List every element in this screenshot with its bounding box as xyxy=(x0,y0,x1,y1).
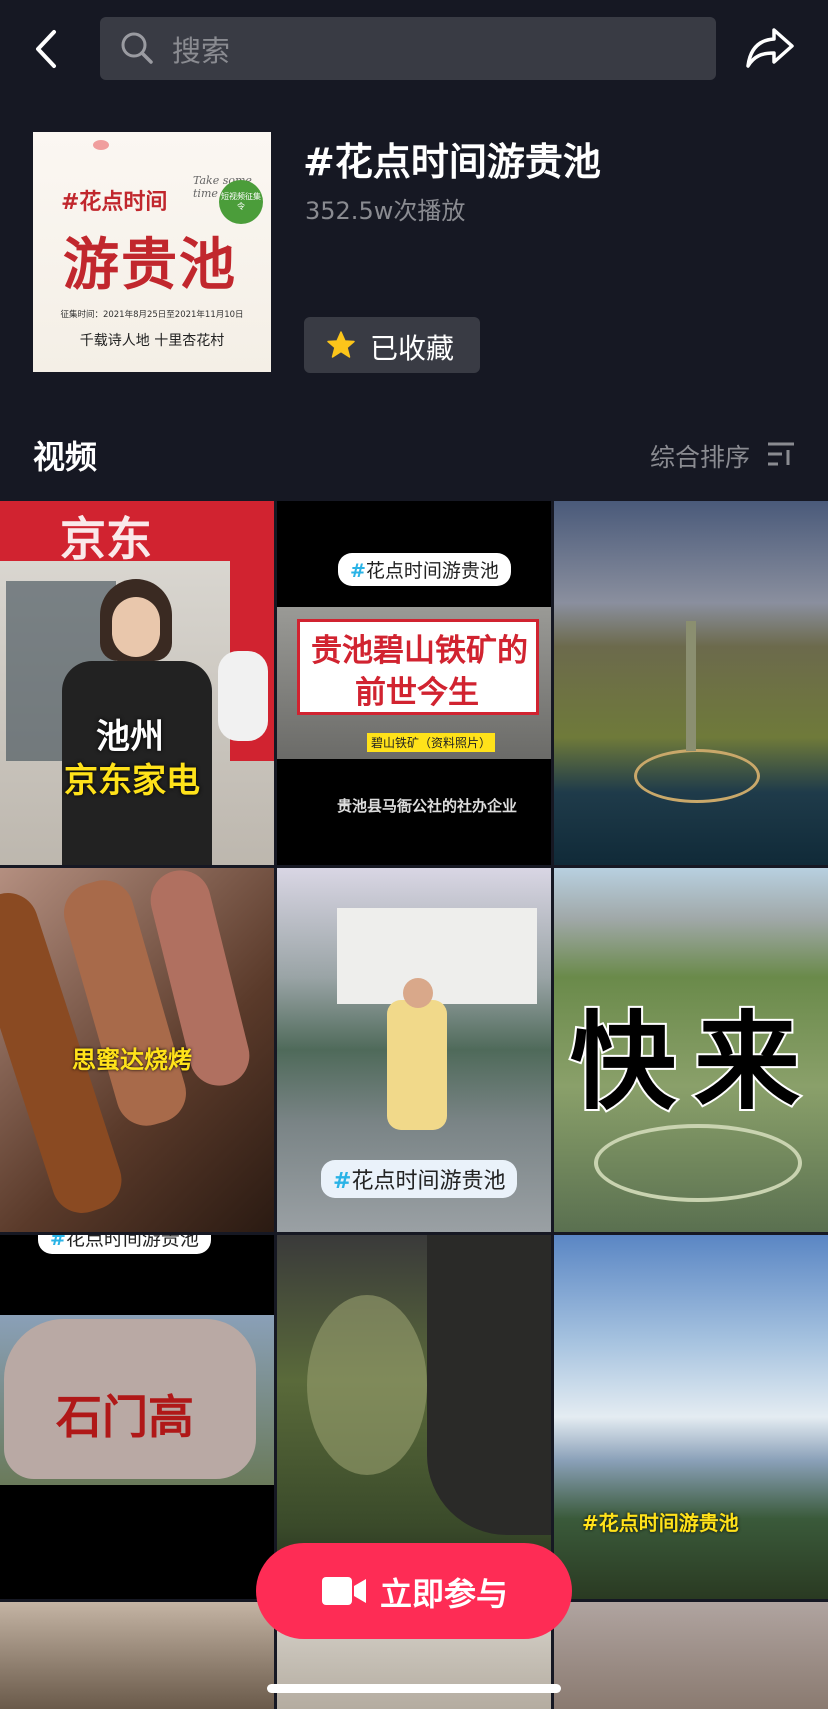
play-count: 352.5w次播放 xyxy=(305,197,466,225)
topic-tag: #花点时间游贵池 xyxy=(38,1235,211,1254)
video-tile-3[interactable] xyxy=(554,501,828,865)
video-subtitle: 贵池县马衙公社的社办企业 xyxy=(337,797,518,815)
photo-note: 碧山铁矿（资料照片） xyxy=(367,733,496,752)
cover-slogan: 千载诗人地 十里杏花村 xyxy=(79,333,225,349)
video-tile-4[interactable]: 思蜜达烧烤 xyxy=(0,868,274,1232)
back-icon[interactable] xyxy=(30,26,70,72)
sort-icon[interactable] xyxy=(766,441,796,467)
video-tile-2[interactable]: #花点时间游贵池 贵池碧山铁矿的 前世今生 碧山铁矿（资料照片） 贵池县马衙公社… xyxy=(277,501,551,865)
video-caption: #花点时间游贵池 xyxy=(582,1511,739,1535)
video-tile-9[interactable]: #花点时间游贵池 xyxy=(554,1235,828,1599)
video-tile-12[interactable] xyxy=(554,1602,828,1709)
camera-icon xyxy=(322,1575,366,1607)
home-indicator xyxy=(267,1684,561,1693)
video-caption: 京东家电 xyxy=(64,761,200,801)
topic-cover: #花点时间 Take some time 短视频征集令 游贵池 征集时间：202… xyxy=(33,132,271,372)
video-tile-6[interactable]: 快来 xyxy=(554,868,828,1232)
video-headline: 前世今生 xyxy=(355,675,479,711)
favorite-button[interactable]: 已收藏 xyxy=(304,317,480,373)
video-caption: 思蜜达烧烤 xyxy=(72,1046,192,1074)
cover-badge: 短视频征集令 xyxy=(219,180,263,224)
cover-line1: #花点时间 xyxy=(61,190,168,215)
video-tile-1[interactable]: 京东 池州 京东家电 xyxy=(0,501,274,865)
search-input[interactable]: 搜索 xyxy=(100,17,716,80)
sort-button[interactable]: 综合排序 xyxy=(650,438,750,474)
video-tile-5[interactable]: #花点时间游贵池 xyxy=(277,868,551,1232)
topic-tag: #花点时间游贵池 xyxy=(321,1160,518,1198)
search-icon xyxy=(120,31,154,65)
search-placeholder: 搜索 xyxy=(172,34,231,68)
section-title: 视频 xyxy=(33,438,98,476)
video-caption: 快来 xyxy=(568,999,818,1126)
store-sign: 京东 xyxy=(60,512,152,566)
participate-label: 立即参与 xyxy=(380,1575,509,1613)
cover-dates: 征集时间：2021年8月25日至2021年11月10日 xyxy=(60,310,244,320)
video-caption: 池州 xyxy=(96,717,164,757)
favorite-label: 已收藏 xyxy=(370,332,455,365)
video-tile-7[interactable]: #花点时间游贵池 石门高 xyxy=(0,1235,274,1599)
rock-inscription: 石门高 xyxy=(56,1390,194,1444)
topic-title: #花点时间游贵池 xyxy=(303,140,601,184)
cover-line2: 游贵池 xyxy=(63,232,237,298)
video-headline: 贵池碧山铁矿的 xyxy=(311,633,528,669)
video-tile-10[interactable] xyxy=(0,1602,274,1709)
topic-tag: #花点时间游贵池 xyxy=(338,553,511,586)
participate-button[interactable]: 立即参与 xyxy=(256,1543,572,1639)
star-icon xyxy=(326,330,356,360)
share-icon[interactable] xyxy=(744,24,796,70)
